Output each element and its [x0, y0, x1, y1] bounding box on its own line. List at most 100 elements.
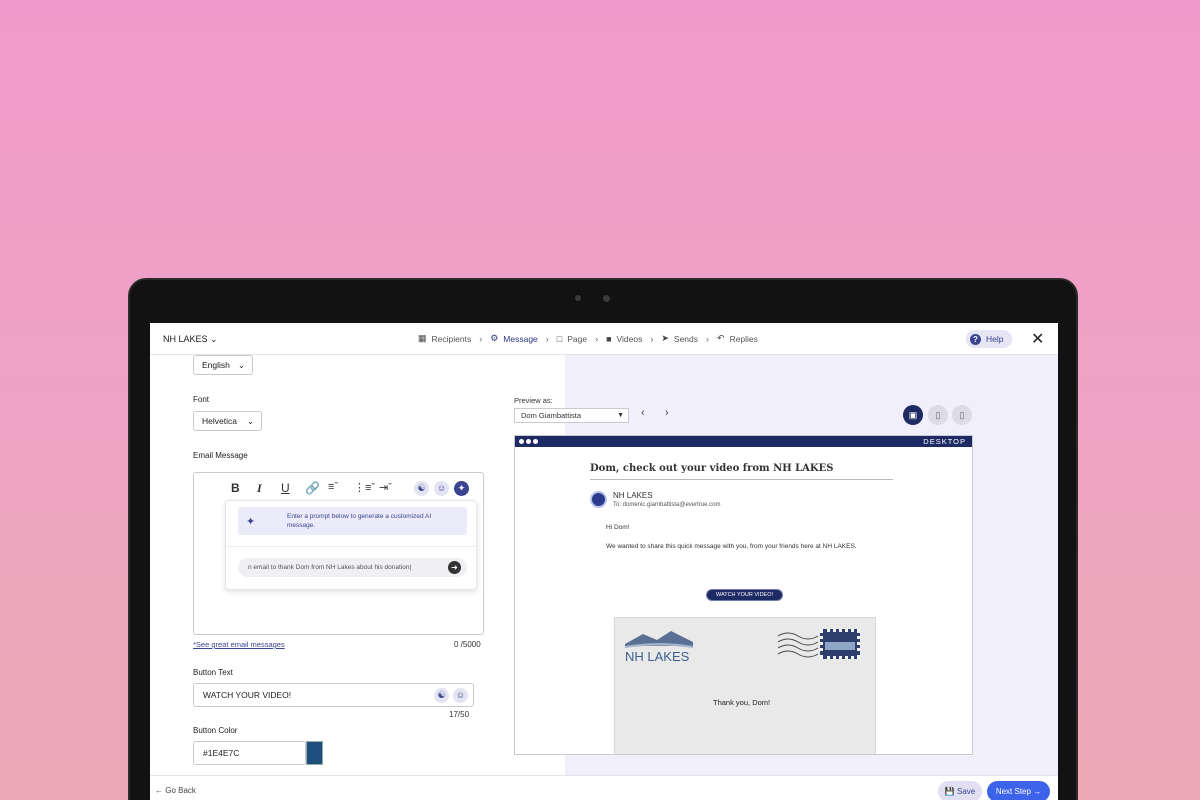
button-color-label: Button Color	[193, 726, 238, 735]
chevron-down-icon: ⌄	[246, 416, 254, 426]
step-label: Replies	[729, 333, 758, 344]
language-select[interactable]: English ⌄	[193, 355, 253, 375]
chevron-right-icon[interactable]: ›	[665, 407, 669, 419]
step-label: Recipients	[431, 333, 472, 344]
chevron-left-icon[interactable]: ‹	[641, 407, 645, 419]
close-icon[interactable]: ✕	[1031, 329, 1044, 349]
help-button[interactable]: ? Help	[966, 330, 1013, 348]
step-videos[interactable]: ■ Videos	[606, 334, 642, 344]
step-message[interactable]: ⚙ Message	[490, 333, 538, 344]
window-dot	[519, 439, 524, 444]
save-label: Save	[956, 787, 976, 796]
caret-down-icon: ▼	[617, 412, 624, 419]
sender-name: NH LAKES	[613, 491, 653, 500]
step-recipients[interactable]: ▦ Recipients	[418, 333, 471, 344]
see-great-messages-link[interactable]: *See great email messages	[193, 640, 285, 649]
ai-wand-icon[interactable]: ✦	[454, 481, 469, 496]
email-message-editor[interactable]: B I U 🔗 ≡ˇ ⋮≡ˇ ⇥ˇ ☯ ☺ ✦ ✦ Enter a prompt…	[193, 472, 484, 635]
video-thumbnail-card[interactable]: NH LAKES Thank you, Dom!	[614, 617, 876, 754]
align-icon[interactable]: ≡ˇ	[328, 481, 338, 493]
reply-icon: ↶	[717, 333, 725, 343]
next-step-button[interactable]: Next Step →	[987, 781, 1050, 800]
window-dot	[526, 439, 531, 444]
button-color-value: #1E4E7C	[203, 748, 240, 758]
italic-icon[interactable]: I	[257, 481, 262, 496]
camera-sensor	[575, 295, 581, 301]
watch-video-button[interactable]: WATCH YOUR VIDEO!	[706, 589, 783, 601]
step-label: Sends	[673, 333, 699, 344]
personalize-icon[interactable]: ☯	[414, 481, 429, 496]
personalize-icon[interactable]: ☯	[434, 688, 449, 703]
underline-icon[interactable]: U	[281, 481, 290, 495]
step-sends[interactable]: ➤ Sends	[661, 333, 698, 344]
desktop-icon[interactable]: ▣	[903, 405, 923, 425]
step-label: Videos	[616, 333, 643, 344]
emoji-icon[interactable]: ☺	[453, 688, 468, 703]
preview-as-select[interactable]: Dom Giambattista ▼	[514, 408, 629, 423]
footer-bar: ← Go Back 💾 Save Next Step →	[150, 775, 1058, 800]
step-page[interactable]: □ Page	[557, 334, 587, 344]
indent-icon[interactable]: ⇥ˇ	[379, 481, 392, 494]
list-icon[interactable]: ⋮≡ˇ	[354, 481, 375, 494]
avatar	[590, 491, 607, 508]
camera-lens	[603, 295, 610, 302]
preview-as-value: Dom Giambattista	[521, 411, 582, 420]
message-char-count: 0 /5000	[454, 640, 481, 649]
save-icon: 💾	[944, 787, 955, 796]
send-arrow-icon[interactable]: ➜	[448, 561, 461, 574]
question-icon: ?	[970, 333, 981, 345]
laptop-frame: NH LAKES ⌄ ▦ Recipients › ⚙ Message › □ …	[128, 278, 1078, 800]
button-color-input[interactable]: #1E4E7C	[193, 741, 306, 765]
chevron-down-icon: ⌄	[237, 360, 245, 370]
step-replies[interactable]: ↶ Replies	[717, 333, 758, 344]
link-icon[interactable]: 🔗	[305, 481, 320, 495]
divider	[226, 546, 478, 547]
preview-window-bar: DESKTOP	[515, 436, 972, 447]
color-swatch[interactable]	[306, 741, 323, 765]
email-subject: Dom, check out your video from NH LAKES	[590, 463, 834, 474]
email-greeting: Hi Dom!	[606, 524, 630, 531]
id-card-icon: ▦	[418, 333, 427, 343]
org-name: NH LAKES	[163, 334, 208, 344]
org-selector[interactable]: NH LAKES ⌄	[163, 334, 218, 345]
mobile-icon[interactable]: ▯	[952, 405, 972, 425]
language-value: English	[202, 360, 230, 370]
logo-text: NH LAKES	[625, 649, 690, 664]
font-select[interactable]: Helvetica ⌄	[193, 411, 262, 431]
device-label: DESKTOP	[923, 437, 966, 446]
sparkle-image-icon: ✦	[246, 516, 256, 528]
arrow-left-icon: ←	[155, 786, 163, 795]
stamp-icon	[820, 629, 860, 659]
postmark-icon	[778, 632, 819, 658]
font-value: Helvetica	[202, 416, 237, 426]
gear-icon: ⚙	[490, 333, 499, 343]
step-label: Message	[503, 333, 538, 344]
button-text-value: WATCH YOUR VIDEO!	[203, 690, 292, 700]
step-label: Page	[567, 333, 588, 344]
divider	[590, 479, 893, 480]
button-text-char-count: 17/50	[449, 710, 470, 719]
recipient-address: To: domenic.giambattista@evertrue.com	[613, 502, 721, 508]
app-screen: NH LAKES ⌄ ▦ Recipients › ⚙ Message › □ …	[150, 323, 1058, 800]
nh-lakes-logo: NH LAKES	[625, 631, 693, 664]
emoji-icon[interactable]: ☺	[434, 481, 449, 496]
video-camera-icon: ■	[606, 333, 612, 344]
go-back-label: Go Back	[165, 786, 196, 795]
top-nav-bar: NH LAKES ⌄ ▦ Recipients › ⚙ Message › □ …	[150, 323, 1058, 355]
tablet-icon[interactable]: ▯	[928, 405, 948, 425]
bold-icon[interactable]: B	[231, 481, 240, 495]
chevron-right-icon: ›	[650, 333, 654, 344]
paper-plane-icon: ➤	[661, 333, 669, 343]
window-dot	[533, 439, 538, 444]
ai-prompt-input[interactable]: n email to thank Dom from NH Lakes about…	[238, 558, 467, 577]
email-message-label: Email Message	[193, 451, 248, 460]
preview-as-label: Preview as:	[514, 396, 553, 405]
save-button[interactable]: 💾 Save	[938, 781, 982, 800]
chevron-right-icon: ›	[595, 333, 599, 344]
ai-hint-box: ✦ Enter a prompt below to generate a cus…	[238, 507, 467, 535]
button-text-input[interactable]: WATCH YOUR VIDEO! ☯ ☺	[193, 683, 474, 707]
go-back-button[interactable]: ← Go Back	[155, 786, 196, 795]
help-label: Help	[986, 334, 1004, 344]
chevron-right-icon: ›	[545, 333, 549, 344]
chevron-down-icon: ⌄	[210, 334, 218, 344]
